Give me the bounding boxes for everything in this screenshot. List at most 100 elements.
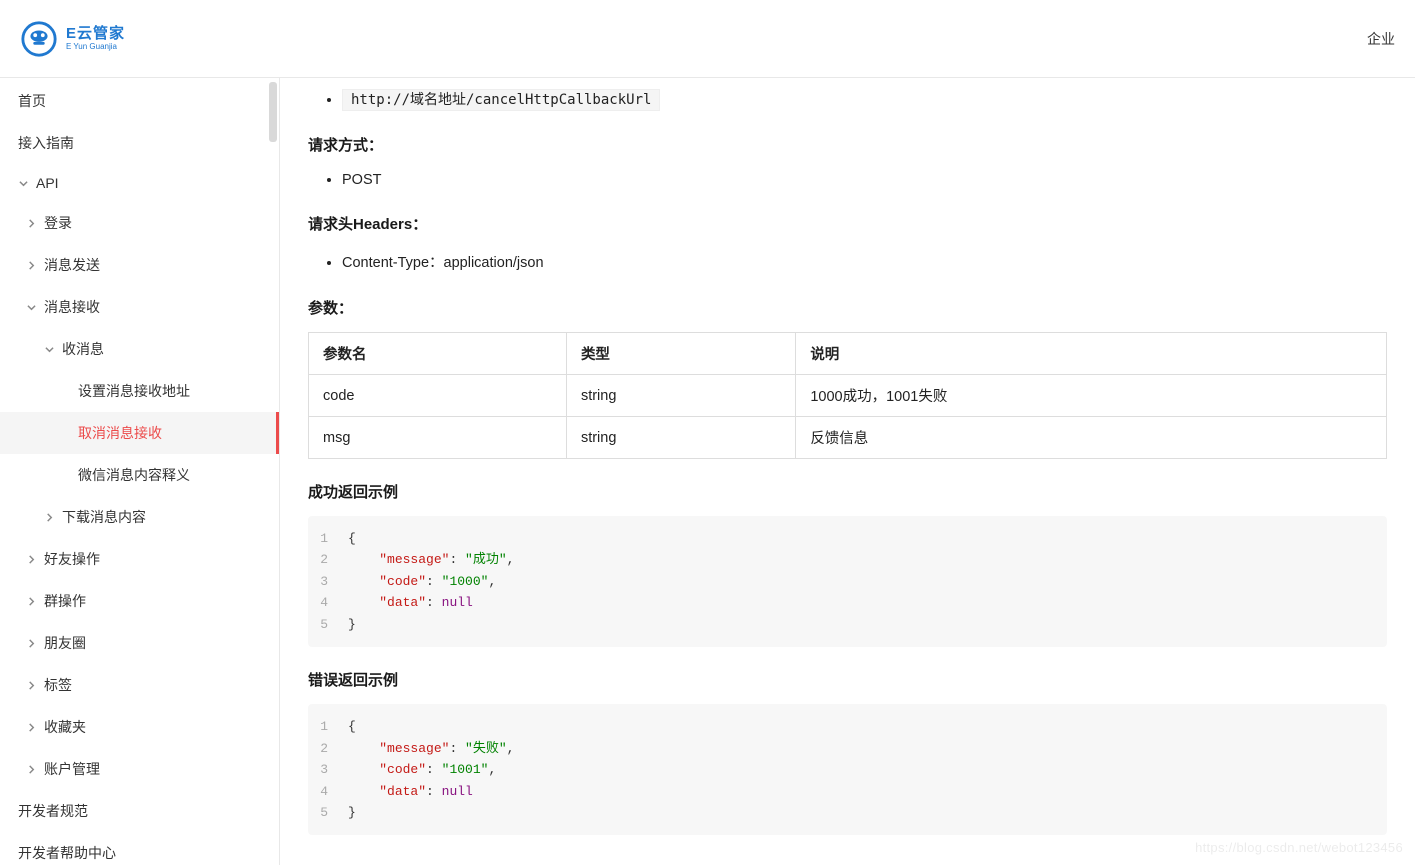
- scrollbar-thumb[interactable]: [269, 82, 277, 142]
- nav-label: 下载消息内容: [62, 507, 261, 527]
- chevron-right-icon: [26, 218, 36, 228]
- code-line: 2 "message": "成功",: [308, 549, 1387, 570]
- logo-icon: [20, 20, 58, 58]
- chevron-right-icon: [26, 596, 36, 606]
- chevron-right-icon: [26, 722, 36, 732]
- code-block-error: 1{2 "message": "失败",3 "code": "1001",4 "…: [308, 704, 1387, 835]
- table-row: codestring1000成功，1001失败: [309, 375, 1387, 417]
- nav-item-5[interactable]: 消息接收: [0, 286, 279, 328]
- chevron-right-icon: [26, 638, 36, 648]
- line-number: 4: [308, 781, 348, 802]
- nav-item-14[interactable]: 标签: [0, 664, 279, 706]
- line-number: 1: [308, 716, 348, 737]
- code-line: 4 "data": null: [308, 592, 1387, 613]
- line-code: "message": "失败",: [348, 738, 514, 759]
- nav-item-18[interactable]: 开发者帮助中心: [0, 832, 279, 865]
- heading-error: 错误返回示例: [308, 669, 1387, 690]
- nav-label: 首页: [18, 91, 261, 111]
- nav-label: 登录: [44, 213, 261, 233]
- table-row: msgstring反馈信息: [309, 417, 1387, 459]
- code-line: 5}: [308, 614, 1387, 635]
- nav-item-8[interactable]: 取消消息接收: [0, 412, 279, 454]
- headers-item: Content-Type：application/json: [342, 248, 1387, 275]
- logo-subtitle: E Yun Guanjia: [66, 43, 125, 51]
- nav-item-4[interactable]: 消息发送: [0, 244, 279, 286]
- nav-label: 取消消息接收: [78, 423, 258, 443]
- heading-params: 参数：: [308, 297, 1387, 318]
- nav-item-9[interactable]: 微信消息内容释义: [0, 454, 279, 496]
- heading-success: 成功返回示例: [308, 481, 1387, 502]
- scroll-up-icon[interactable]: [267, 78, 279, 79]
- nav-label: 消息接收: [44, 297, 261, 317]
- line-number: 5: [308, 614, 348, 635]
- nav-item-11[interactable]: 好友操作: [0, 538, 279, 580]
- table-cell: 1000成功，1001失败: [796, 375, 1387, 417]
- nav-item-12[interactable]: 群操作: [0, 580, 279, 622]
- chevron-right-icon: [44, 512, 54, 522]
- table-header: 参数名: [309, 333, 567, 375]
- code-line: 1{: [308, 528, 1387, 549]
- nav-item-2[interactable]: API: [0, 164, 279, 202]
- chevron-down-icon: [44, 344, 54, 354]
- code-line: 3 "code": "1000",: [308, 571, 1387, 592]
- nav-item-6[interactable]: 收消息: [0, 328, 279, 370]
- nav-label: 消息发送: [44, 255, 261, 275]
- nav-label: 账户管理: [44, 759, 261, 779]
- nav-item-15[interactable]: 收藏夹: [0, 706, 279, 748]
- line-number: 5: [308, 802, 348, 823]
- table-cell: string: [566, 417, 795, 459]
- table-header: 说明: [796, 333, 1387, 375]
- chevron-right-icon: [26, 554, 36, 564]
- header-right-text[interactable]: 企业: [1367, 29, 1395, 49]
- chevron-down-icon: [26, 302, 36, 312]
- nav-item-1[interactable]: 接入指南: [0, 122, 279, 164]
- nav-item-3[interactable]: 登录: [0, 202, 279, 244]
- nav-label: 微信消息内容释义: [78, 465, 261, 485]
- nav-label: 设置消息接收地址: [78, 381, 261, 401]
- table-cell: string: [566, 375, 795, 417]
- code-line: 1{: [308, 716, 1387, 737]
- line-number: 2: [308, 738, 348, 759]
- table-cell: msg: [309, 417, 567, 459]
- logo[interactable]: E云管家 E Yun Guanjia: [20, 20, 125, 58]
- nav-item-10[interactable]: 下载消息内容: [0, 496, 279, 538]
- nav-label: 收消息: [62, 339, 261, 359]
- nav-item-17[interactable]: 开发者规范: [0, 790, 279, 832]
- params-table: 参数名类型说明 codestring1000成功，1001失败msgstring…: [308, 332, 1387, 459]
- nav-label: 开发者规范: [18, 801, 261, 821]
- line-number: 3: [308, 759, 348, 780]
- nav-label: 接入指南: [18, 133, 261, 153]
- line-number: 4: [308, 592, 348, 613]
- heading-method: 请求方式：: [308, 134, 1387, 155]
- nav-label: 群操作: [44, 591, 261, 611]
- line-code: }: [348, 802, 356, 823]
- line-code: "message": "成功",: [348, 549, 514, 570]
- table-cell: 反馈信息: [796, 417, 1387, 459]
- nav-label: 好友操作: [44, 549, 261, 569]
- heading-headers: 请求头Headers：: [308, 213, 1387, 234]
- chevron-right-icon: [26, 764, 36, 774]
- nav-item-13[interactable]: 朋友圈: [0, 622, 279, 664]
- nav-label: 标签: [44, 675, 261, 695]
- line-code: {: [348, 528, 356, 549]
- line-code: "data": null: [348, 781, 473, 802]
- nav-item-16[interactable]: 账户管理: [0, 748, 279, 790]
- table-cell: code: [309, 375, 567, 417]
- nav-label: 开发者帮助中心: [18, 843, 261, 863]
- line-code: "code": "1000",: [348, 571, 496, 592]
- chevron-right-icon: [26, 260, 36, 270]
- table-header: 类型: [566, 333, 795, 375]
- endpoint-code: http://域名地址/cancelHttpCallbackUrl: [342, 89, 660, 111]
- nav-item-7[interactable]: 设置消息接收地址: [0, 370, 279, 412]
- chevron-right-icon: [26, 680, 36, 690]
- code-block-success: 1{2 "message": "成功",3 "code": "1000",4 "…: [308, 516, 1387, 647]
- sidebar: 首页接入指南 API 登录消息发送消息接收收消息设置消息接收地址取消消息接收微信消息…: [0, 78, 280, 865]
- code-line: 2 "message": "失败",: [308, 738, 1387, 759]
- line-number: 3: [308, 571, 348, 592]
- nav-item-0[interactable]: 首页: [0, 80, 279, 122]
- nav-label: 收藏夹: [44, 717, 261, 737]
- chevron-down-icon: [18, 178, 28, 188]
- header: E云管家 E Yun Guanjia 企业: [0, 0, 1415, 78]
- code-line: 3 "code": "1001",: [308, 759, 1387, 780]
- endpoint-item: http://域名地址/cancelHttpCallbackUrl: [342, 86, 1387, 112]
